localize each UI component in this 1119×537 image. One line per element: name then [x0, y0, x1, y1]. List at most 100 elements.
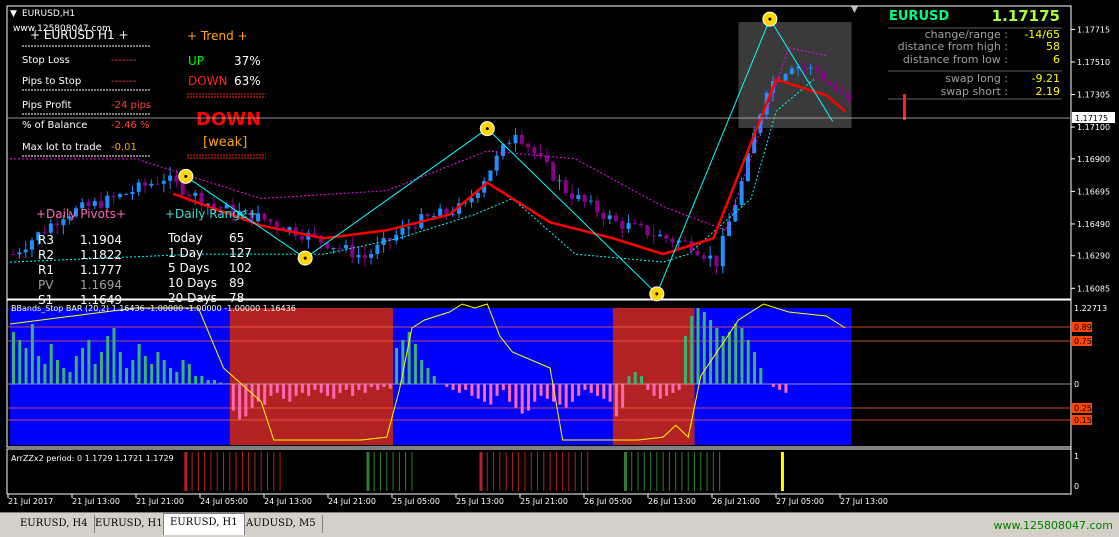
info-value: -------: [111, 55, 137, 66]
bb-hist-bar: [313, 384, 317, 390]
candle-body: [149, 183, 154, 186]
watermark: www.125808047.com: [993, 519, 1113, 532]
candle-body: [840, 90, 845, 94]
candle-body: [582, 194, 587, 202]
candle-body: [789, 68, 794, 75]
pivot-value: 1.1694: [80, 278, 122, 292]
bb-hist-bar: [187, 364, 191, 384]
bb-red-zone: [229, 308, 394, 445]
quote-value: 2.19: [1036, 85, 1061, 98]
bb-hist-bar: [683, 336, 687, 384]
bb-hist-bar: [294, 384, 298, 396]
bb-hist-bar: [326, 384, 329, 396]
bb-hist-bar: [596, 384, 600, 396]
candle-body: [350, 244, 355, 258]
candle-body: [607, 215, 612, 220]
bb-level-label: 0.15: [1074, 416, 1092, 425]
quote-value: -9.21: [1032, 72, 1060, 85]
bb-hist-bar: [200, 376, 204, 384]
candle-body: [626, 223, 631, 229]
bb-hist-bar: [464, 384, 468, 390]
bb-hist-bar: [614, 384, 618, 417]
info-label: Max lot to trade: [22, 142, 102, 153]
candle-body: [400, 227, 405, 235]
trend-up-label: UP: [188, 54, 204, 68]
bb-hist-bar: [495, 384, 499, 396]
candle-body: [11, 254, 16, 256]
zigzag-pivot-center: [184, 174, 188, 178]
bb-hist-bar: [420, 360, 424, 384]
candle-body: [614, 215, 619, 221]
bb-hist-bar: [24, 348, 28, 384]
bb-hist-bar: [150, 364, 154, 384]
range-value: 102: [229, 261, 252, 275]
bb-hist-bar: [238, 384, 242, 420]
bb-hist-bar: [771, 384, 775, 387]
candle-body: [337, 247, 342, 249]
bb-hist-bar: [357, 384, 361, 390]
bb-hist-bar: [225, 383, 229, 384]
bbands-title: BBands_Stop BAR (20,2) 1.16436 -1.00000 …: [11, 304, 296, 313]
bb-hist-bar: [652, 384, 656, 396]
bb-hist-bar: [784, 384, 788, 393]
bb-hist-bar: [489, 384, 493, 405]
bb-red-zone: [612, 308, 695, 445]
candle-body: [268, 219, 273, 222]
tab-audusd-m5[interactable]: AUDUSD, M5: [240, 515, 323, 533]
bb-hist-bar: [12, 332, 15, 384]
candle-body: [507, 143, 512, 145]
candle-body: [814, 67, 819, 72]
bb-hist-bar: [62, 368, 66, 384]
bb-hist-bar: [125, 368, 129, 384]
bb-hist-bar: [740, 328, 744, 384]
bb-hist-bar: [727, 332, 731, 384]
x-tick-label: 25 Jul 21:00: [520, 497, 568, 506]
info-value: -24 pips: [111, 100, 151, 111]
candle-body: [708, 255, 713, 259]
tab-eurusd-h4[interactable]: EURUSD, H4: [14, 515, 95, 533]
pivot-label: R2: [38, 248, 54, 262]
bb-hist-bar: [476, 384, 480, 399]
tab-eurusd-h1[interactable]: EURUSD, H1: [89, 515, 170, 533]
candle-body: [444, 208, 449, 214]
recent-range-highlight: [738, 22, 852, 128]
bb-hist-bar: [658, 384, 662, 399]
bb-hist-bar: [231, 384, 235, 411]
candle-body: [55, 223, 60, 226]
bb-hist-bar: [118, 352, 122, 384]
candle-body: [168, 175, 173, 181]
candle-body: [29, 240, 34, 250]
chart-title-arrow[interactable]: ▼: [10, 9, 17, 19]
candle-body: [174, 175, 179, 182]
candle-body: [111, 195, 116, 198]
bb-hist-bar: [470, 384, 474, 396]
range-label: 20 Days: [168, 291, 217, 305]
bb-hist-bar: [526, 384, 530, 411]
bb-hist-bar: [332, 384, 336, 399]
candle-body: [488, 170, 493, 182]
bb-hist-bar: [633, 372, 637, 384]
scroll-marker-icon[interactable]: ▼: [851, 5, 858, 15]
bb-hist-bar: [219, 382, 223, 384]
bb-hist-bar: [55, 360, 59, 384]
day-range-bar: [903, 94, 906, 120]
candle-body: [394, 234, 399, 241]
candle-body: [576, 194, 581, 199]
bb-hist-bar: [99, 352, 103, 384]
trend-strength: [weak]: [203, 135, 247, 150]
pivot-label: R3: [38, 233, 54, 247]
range-value: 89: [229, 276, 244, 290]
bb-hist-bar: [162, 360, 166, 384]
tab-eurusd-h1-active[interactable]: EURUSD, H1: [163, 513, 245, 535]
candle-body: [714, 255, 719, 267]
candle-body: [538, 152, 543, 156]
y-tick-label: 1.17510: [1077, 58, 1110, 67]
bb-hist-bar: [778, 384, 782, 390]
candle-body: [645, 225, 650, 236]
arrzz-tick-0: 0: [1074, 482, 1079, 491]
candle-body: [802, 66, 807, 69]
bb-hist-bar: [194, 376, 198, 384]
bb-hist-bar: [93, 364, 97, 384]
zigzag-pivot-center: [655, 292, 659, 296]
candle-body: [23, 249, 28, 253]
